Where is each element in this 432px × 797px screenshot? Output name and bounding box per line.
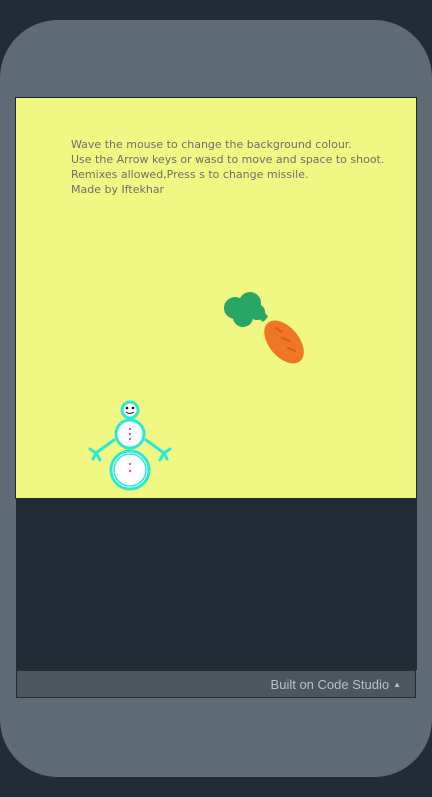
caret-up-icon: ▲ [393,680,401,689]
instruction-line: Made by Iftekhar [71,183,165,196]
empty-panel [16,498,417,670]
instruction-line: Use the Arrow keys or wasd to move and s… [71,153,385,166]
instruction-line: Remixes allowed,Press s to change missil… [71,168,309,181]
carrot-icon [224,292,304,364]
snowman-icon[interactable] [86,400,176,495]
instructions-text: Wave the mouse to change the background … [71,137,384,197]
built-on-code-studio-link[interactable]: Built on Code Studio ▲ [271,677,401,692]
footer-bar: Built on Code Studio ▲ [16,670,416,698]
instruction-line: Wave the mouse to change the background … [71,138,352,151]
footer-label: Built on Code Studio [270,677,390,692]
game-canvas[interactable]: Wave the mouse to change the background … [15,97,417,499]
